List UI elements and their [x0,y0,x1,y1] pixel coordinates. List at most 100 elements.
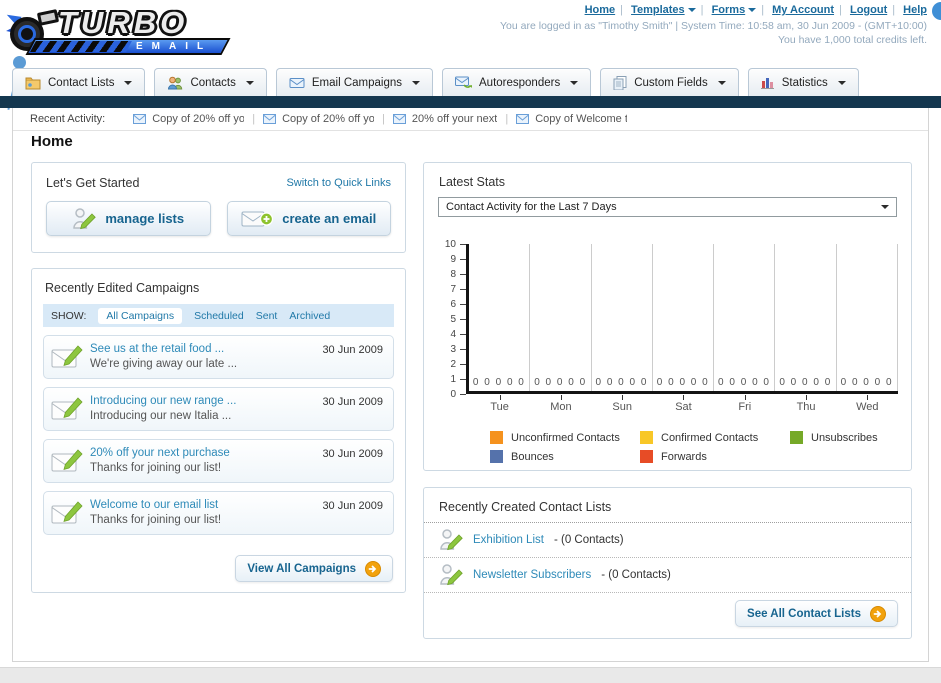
legend-swatch [640,431,653,444]
campaign-title-link[interactable]: Introducing our new range ... [90,395,236,407]
x-axis-label: Fri [714,394,775,413]
chart-y-axis: 0 1 2 3 4 5 6 7 8 9 10 [430,239,466,400]
recent-activity-label: Recent Activity: [30,113,106,125]
create-email-button[interactable]: create an email [226,201,391,236]
filter-archived[interactable]: Archived [289,310,330,322]
legend-swatch [640,450,653,463]
stats-period-select[interactable]: Contact Activity for the Last 7 Days [438,197,897,217]
person-pencil-icon [440,564,463,586]
nav-link-forms[interactable]: Forms [712,4,746,16]
recent-activity-item[interactable]: Copy of 20% off yo [263,113,374,125]
campaigns-title: Recently Edited Campaigns [45,281,200,295]
see-all-contact-lists-button[interactable]: See All Contact Lists [735,600,898,627]
recent-activity-item[interactable]: Copy of Welcome to [516,113,627,125]
tab-contacts[interactable]: Contacts [154,68,267,96]
legend-item: Unsubscribes [790,431,898,444]
x-axis-label: Thu [775,394,836,413]
chevron-down-icon [717,80,726,85]
nav-link-help[interactable]: Help [903,4,927,16]
envelope-icon [392,114,406,124]
main-tab-bar: Contact Lists Contacts Email Campaigns A… [12,68,859,96]
legend-swatch [790,431,803,444]
login-status: You are logged in as "Timothy Smith" | S… [500,20,927,32]
campaign-row[interactable]: 20% off your next purchase Thanks for joi… [43,439,394,483]
chevron-down-icon [687,8,696,13]
tab-autoresponders[interactable]: Autoresponders [442,68,592,96]
campaign-date: 30 Jun 2009 [322,344,383,356]
campaign-row[interactable]: Welcome to our email list Thanks for join… [43,491,394,535]
page-title: Home [31,133,73,150]
legend-label: Bounces [511,450,554,463]
manage-lists-button[interactable]: manage lists [46,201,211,236]
campaign-row[interactable]: Introducing our new range ... Introducing… [43,387,394,431]
nav-link-home[interactable]: Home [585,4,616,16]
campaign-title-link[interactable]: 20% off your next purchase [90,447,230,459]
chart-plot: 0 0 0 0 0 0 0 0 0 0 0 0 0 0 0 0 0 0 0 0 0 0 … [466,244,898,394]
chevron-down-icon [881,205,889,209]
filter-sent[interactable]: Sent [256,310,278,322]
x-axis-label: Tue [469,394,530,413]
campaign-title-link[interactable]: Welcome to our email list [90,499,218,511]
folder-icon [25,77,41,89]
tab-contact-lists[interactable]: Contact Lists [12,68,146,96]
chevron-down-icon [124,80,133,85]
navbar-strip [0,96,941,108]
legend-item: Forwards [640,450,790,463]
arrow-circle-icon [365,560,381,577]
nav-link-my-account[interactable]: My Account [772,4,834,16]
x-axis-label: Wed [837,394,898,413]
chart-day-column: 0 0 0 0 0 [775,244,837,391]
help-bubble-icon[interactable] [932,2,941,20]
campaign-title-link[interactable]: See us at the retail food ... [90,343,224,355]
get-started-panel: Let's Get Started Switch to Quick Links … [31,162,406,253]
contact-list-link[interactable]: Exhibition List [473,534,544,546]
chart-values-text: 0 0 0 0 0 [779,377,832,388]
legend-item: Unconfirmed Contacts [490,431,640,444]
campaign-row[interactable]: See us at the retail food ... We're givin… [43,335,394,379]
envelope-icon [516,114,530,124]
person-pencil-icon [73,207,97,229]
bar-chart-icon [760,78,774,89]
chart-values-text: 0 0 0 0 0 [840,377,894,388]
tab-custom-fields[interactable]: Custom Fields [600,68,739,96]
chart-values-text: 0 0 0 0 0 [718,377,771,388]
contact-list-row[interactable]: Newsletter Subscribers - (0 Contacts) [424,558,911,593]
nav-link-templates[interactable]: Templates [631,4,685,16]
legend-label: Forwards [661,450,707,463]
legend-item: Confirmed Contacts [640,431,790,444]
get-started-title: Let's Get Started [46,176,140,190]
chevron-down-icon [245,80,254,85]
latest-stats-panel: Latest Stats Contact Activity for the La… [423,162,912,471]
envelope-pencil-icon [51,449,83,472]
tab-email-campaigns[interactable]: Email Campaigns [275,68,433,96]
recent-activity-item[interactable]: 20% off your next [392,113,497,125]
chart-day-column: 0 0 0 0 0 [653,244,715,391]
chart-values-text: 0 0 0 0 0 [595,377,648,388]
recent-activity-item[interactable]: Copy of 20% off yo [133,113,244,125]
campaign-subtitle: Thanks for joining our list! [90,514,222,526]
recent-activity-bar: Recent Activity: Copy of 20% off yo | Co… [13,108,928,131]
campaign-subtitle: Introducing our new Italia ... [90,410,232,422]
person-pencil-icon [440,529,463,551]
legend-label: Unconfirmed Contacts [511,431,620,444]
chart-day-column: 0 0 0 0 0 [714,244,776,391]
show-label: SHOW: [51,309,87,322]
autoresponder-icon [455,76,472,88]
filter-all-campaigns[interactable]: All Campaigns [98,307,183,324]
tab-statistics[interactable]: Statistics [747,68,859,96]
nav-link-logout[interactable]: Logout [850,4,887,16]
campaign-subtitle: Thanks for joining our list! [90,462,222,474]
campaign-date: 30 Jun 2009 [322,500,383,512]
logo-text: TURBO EMAIL [25,5,231,55]
envelope-icon [133,114,147,124]
filter-scheduled[interactable]: Scheduled [194,310,244,322]
chart-day-column: 0 0 0 0 0 [530,244,592,391]
contact-lists-panel: Recently Created Contact Lists Exhibitio… [423,487,912,639]
envelope-plus-icon [241,211,274,226]
switch-quick-links-link[interactable]: Switch to Quick Links [286,177,391,189]
contact-list-row[interactable]: Exhibition List - (0 Contacts) [424,523,911,558]
chart-x-labels: Tue Mon Sun Sat Fri Thu Wed [469,394,898,413]
logo-word-turbo: TURBO [58,5,189,40]
view-all-campaigns-button[interactable]: View All Campaigns [235,555,393,582]
contact-list-link[interactable]: Newsletter Subscribers [473,569,591,581]
